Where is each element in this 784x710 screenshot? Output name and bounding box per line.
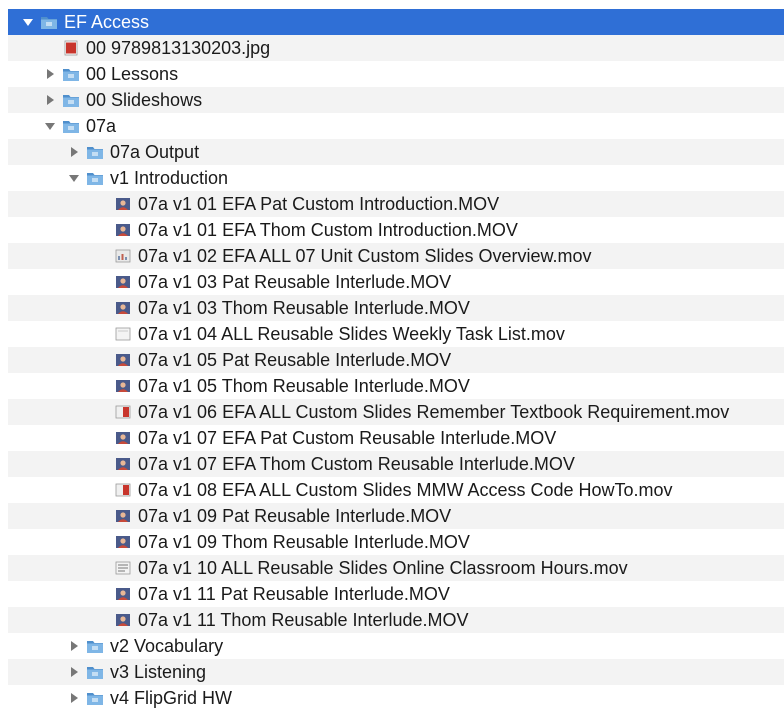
- file-name: 07a v1 07 EFA Pat Custom Reusable Interl…: [138, 428, 557, 448]
- folder-name: 00 Slideshows: [86, 90, 203, 110]
- folder-row[interactable]: v2 Vocabulary: [8, 633, 784, 659]
- file-row[interactable]: 07a v1 05 Pat Reusable Interlude.MOV: [8, 347, 784, 373]
- folder-icon: [86, 638, 104, 654]
- file-tree: EF Access 00 9789813130203.jpg 00 Lessons 0…: [0, 0, 784, 710]
- file-row[interactable]: 07a v1 09 Thom Reusable Interlude.MOV: [8, 529, 784, 555]
- file-row[interactable]: 00 9789813130203.jpg: [8, 35, 784, 61]
- video-file-icon: [114, 508, 132, 524]
- file-row[interactable]: 07a v1 03 Pat Reusable Interlude.MOV: [8, 269, 784, 295]
- folder-row[interactable]: EF Access: [8, 9, 784, 35]
- disclosure-collapsed-icon[interactable]: [68, 146, 80, 158]
- folder-name: 07a: [86, 116, 117, 136]
- file-row[interactable]: 07a v1 11 Thom Reusable Interlude.MOV: [8, 607, 784, 633]
- disclosure-collapsed-icon[interactable]: [68, 640, 80, 652]
- disclosure-collapsed-icon[interactable]: [68, 666, 80, 678]
- file-name: 07a v1 08 EFA ALL Custom Slides MMW Acce…: [138, 480, 673, 500]
- disclosure-collapsed-icon[interactable]: [44, 94, 56, 106]
- folder-row[interactable]: v4 FlipGrid HW: [8, 685, 784, 710]
- folder-icon: [86, 690, 104, 706]
- file-name: 07a v1 11 Pat Reusable Interlude.MOV: [138, 584, 450, 604]
- folder-name: 00 Lessons: [86, 64, 179, 84]
- folder-name: v3 Listening: [110, 662, 207, 682]
- video-file-icon: [114, 222, 132, 238]
- disclosure-collapsed-icon[interactable]: [44, 68, 56, 80]
- folder-icon: [62, 66, 80, 82]
- video-file-icon: [114, 352, 132, 368]
- file-row[interactable]: 07a v1 07 EFA Pat Custom Reusable Interl…: [8, 425, 784, 451]
- file-row[interactable]: 07a v1 02 EFA ALL 07 Unit Custom Slides …: [8, 243, 784, 269]
- folder-row[interactable]: 00 Lessons: [8, 61, 784, 87]
- disclosure-expanded-icon[interactable]: [22, 16, 34, 28]
- folder-row[interactable]: 00 Slideshows: [8, 87, 784, 113]
- file-row[interactable]: 07a v1 06 EFA ALL Custom Slides Remember…: [8, 399, 784, 425]
- video-file-icon: [114, 534, 132, 550]
- video-file-icon: [114, 482, 132, 498]
- folder-name: v4 FlipGrid HW: [110, 688, 233, 708]
- folder-name: v2 Vocabulary: [110, 636, 224, 656]
- file-name: 07a v1 11 Thom Reusable Interlude.MOV: [138, 610, 469, 630]
- file-name: 00 9789813130203.jpg: [86, 38, 271, 58]
- tree-left-gutter: [0, 0, 8, 710]
- file-name: 07a v1 03 Thom Reusable Interlude.MOV: [138, 298, 470, 318]
- file-name: 07a v1 02 EFA ALL 07 Unit Custom Slides …: [138, 246, 592, 266]
- file-name: 07a v1 01 EFA Pat Custom Introduction.MO…: [138, 194, 500, 214]
- folder-icon: [62, 92, 80, 108]
- folder-row[interactable]: 07a: [8, 113, 784, 139]
- folder-row[interactable]: v1 Introduction: [8, 165, 784, 191]
- file-row[interactable]: 07a v1 04 ALL Reusable Slides Weekly Tas…: [8, 321, 784, 347]
- video-file-icon: [114, 586, 132, 602]
- file-row[interactable]: 07a v1 07 EFA Thom Custom Reusable Inter…: [8, 451, 784, 477]
- file-name: 07a v1 01 EFA Thom Custom Introduction.M…: [138, 220, 518, 240]
- file-row[interactable]: 07a v1 09 Pat Reusable Interlude.MOV: [8, 503, 784, 529]
- file-name: 07a v1 03 Pat Reusable Interlude.MOV: [138, 272, 452, 292]
- file-name: 07a v1 07 EFA Thom Custom Reusable Inter…: [138, 454, 575, 474]
- file-row[interactable]: 07a v1 11 Pat Reusable Interlude.MOV: [8, 581, 784, 607]
- file-row[interactable]: 07a v1 10 ALL Reusable Slides Online Cla…: [8, 555, 784, 581]
- disclosure-expanded-icon[interactable]: [44, 120, 56, 132]
- video-file-icon: [114, 404, 132, 420]
- video-file-icon: [114, 612, 132, 628]
- folder-icon: [40, 14, 58, 30]
- folder-name: 07a Output: [110, 142, 200, 162]
- file-name: 07a v1 10 ALL Reusable Slides Online Cla…: [138, 558, 628, 578]
- file-name: 07a v1 09 Thom Reusable Interlude.MOV: [138, 532, 470, 552]
- folder-icon: [86, 664, 104, 680]
- video-file-icon: [114, 378, 132, 394]
- file-row[interactable]: 07a v1 03 Thom Reusable Interlude.MOV: [8, 295, 784, 321]
- file-row[interactable]: 07a v1 01 EFA Pat Custom Introduction.MO…: [8, 191, 784, 217]
- video-file-icon: [114, 248, 132, 264]
- folder-name: EF Access: [64, 12, 150, 32]
- file-name: 07a v1 04 ALL Reusable Slides Weekly Tas…: [138, 324, 565, 344]
- folder-icon: [62, 118, 80, 134]
- video-file-icon: [114, 560, 132, 576]
- file-name: 07a v1 09 Pat Reusable Interlude.MOV: [138, 506, 452, 526]
- file-name: 07a v1 06 EFA ALL Custom Slides Remember…: [138, 402, 730, 422]
- file-name: 07a v1 05 Pat Reusable Interlude.MOV: [138, 350, 452, 370]
- folder-icon: [86, 170, 104, 186]
- video-file-icon: [114, 430, 132, 446]
- file-row[interactable]: 07a v1 08 EFA ALL Custom Slides MMW Acce…: [8, 477, 784, 503]
- folder-icon: [86, 144, 104, 160]
- folder-row[interactable]: v3 Listening: [8, 659, 784, 685]
- file-name: 07a v1 05 Thom Reusable Interlude.MOV: [138, 376, 470, 396]
- folder-name: v1 Introduction: [110, 168, 229, 188]
- file-row[interactable]: 07a v1 05 Thom Reusable Interlude.MOV: [8, 373, 784, 399]
- file-row[interactable]: 07a v1 01 EFA Thom Custom Introduction.M…: [8, 217, 784, 243]
- folder-row[interactable]: 07a Output: [8, 139, 784, 165]
- video-file-icon: [114, 196, 132, 212]
- video-file-icon: [114, 300, 132, 316]
- image-file-icon: [62, 40, 80, 56]
- video-file-icon: [114, 326, 132, 342]
- video-file-icon: [114, 274, 132, 290]
- video-file-icon: [114, 456, 132, 472]
- disclosure-collapsed-icon[interactable]: [68, 692, 80, 704]
- disclosure-expanded-icon[interactable]: [68, 172, 80, 184]
